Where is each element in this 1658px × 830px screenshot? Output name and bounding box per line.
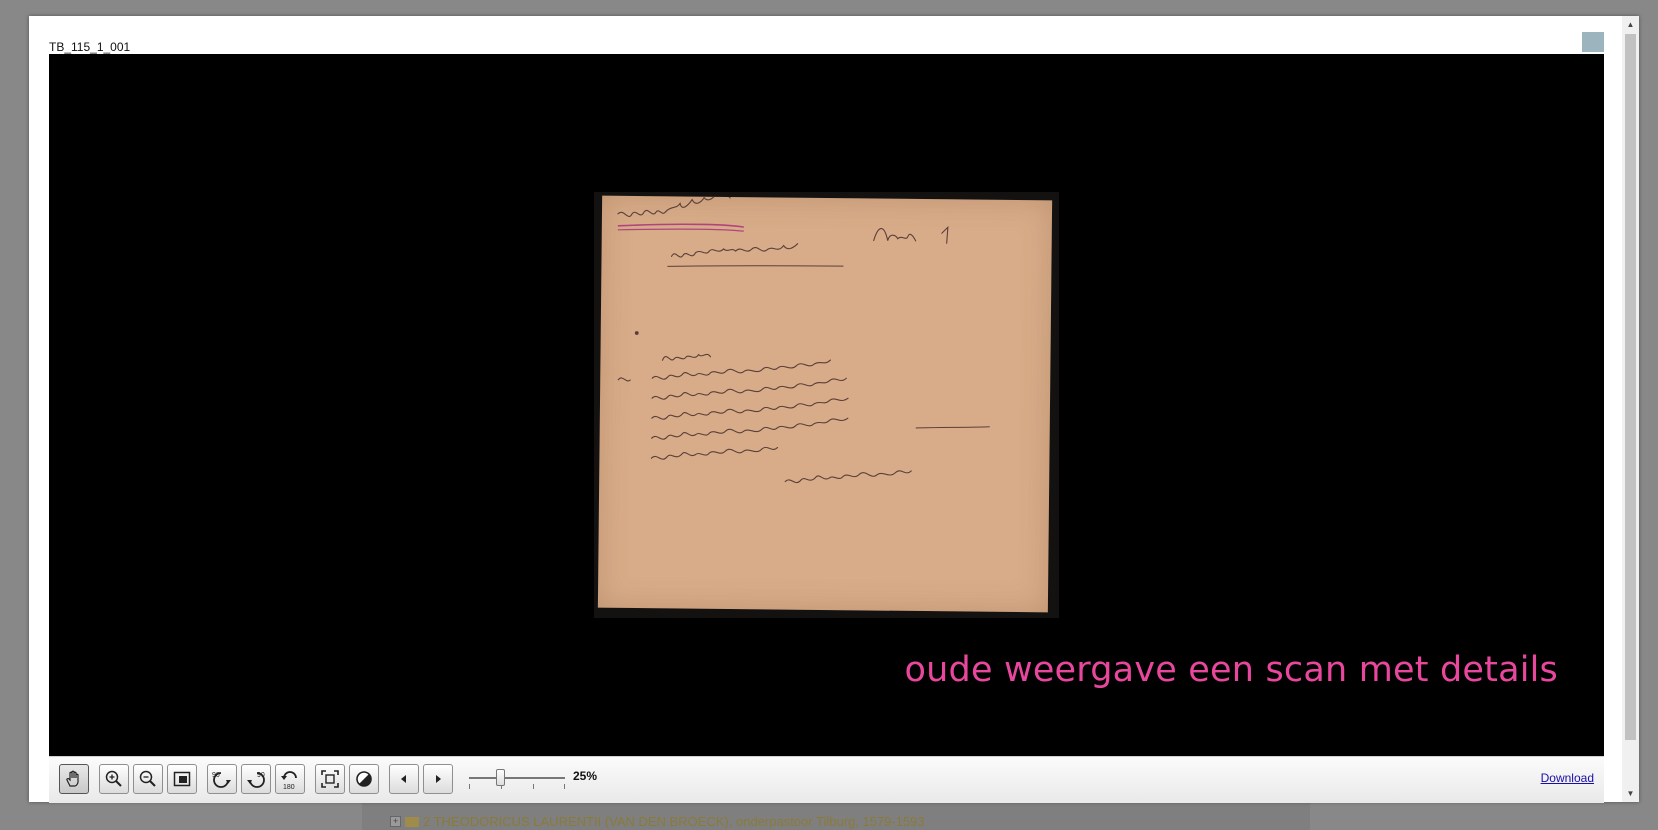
- scroll-up-arrow-icon[interactable]: ▲: [1622, 16, 1639, 33]
- image-canvas[interactable]: oude weergave een scan met details: [49, 54, 1604, 756]
- contrast-button[interactable]: [349, 764, 379, 794]
- contrast-icon: [356, 771, 372, 787]
- image-viewer-modal: TB_115_1_001 oude weergave een scan met …: [29, 16, 1639, 803]
- rotate-left-icon: 90: [212, 772, 231, 788]
- pan-tool-button[interactable]: [59, 764, 89, 794]
- fullscreen-icon: [321, 770, 339, 788]
- rotate-right-label: 90: [257, 772, 265, 779]
- rotate-right-icon: 90: [247, 772, 265, 788]
- scan-title: TB_115_1_001: [49, 40, 131, 54]
- zoom-out-icon: [139, 770, 156, 787]
- vertical-scrollbar[interactable]: ▲ ▼: [1622, 16, 1639, 802]
- chevron-left-icon: [401, 775, 406, 783]
- zoom-level: 25%: [573, 769, 598, 783]
- next-page-button[interactable]: [423, 764, 453, 794]
- tree-item-label: 2 THEODORICUS LAURENTII (VAN DEN BROECK)…: [423, 814, 925, 829]
- scrollbar-thumb[interactable]: [1625, 34, 1636, 740]
- handwriting-scribbles: [617, 195, 990, 484]
- zoom-slider[interactable]: [469, 769, 569, 793]
- rotate-180-icon: 180: [281, 771, 297, 791]
- scan-image[interactable]: [594, 192, 1059, 618]
- close-button[interactable]: [1582, 32, 1604, 52]
- rotate-180-label: 180: [283, 784, 295, 791]
- overlay-caption: oude weergave een scan met details: [904, 650, 1558, 690]
- rotate-180-button[interactable]: 180: [275, 764, 305, 794]
- fit-window-button[interactable]: [167, 764, 197, 794]
- zoom-in-button[interactable]: [99, 764, 129, 794]
- viewer-toolbar: 90 90 180 25% Download: [49, 756, 1604, 803]
- slider-tick: [533, 784, 534, 789]
- slider-tick: [469, 784, 470, 789]
- folder-icon: [405, 816, 419, 827]
- zoom-in-icon: [105, 770, 122, 787]
- fit-window-icon: [173, 771, 191, 787]
- download-link[interactable]: Download: [1541, 771, 1594, 785]
- rotate-left-label: 90: [212, 772, 220, 779]
- zoom-slider-track: [469, 777, 565, 779]
- zoom-slider-thumb[interactable]: [496, 769, 505, 786]
- previous-page-button[interactable]: [389, 764, 419, 794]
- zoom-out-button[interactable]: [133, 764, 163, 794]
- archive-card-scan: [597, 195, 1053, 613]
- background-tree-item: + 2 THEODORICUS LAURENTII (VAN DEN BROEC…: [390, 814, 925, 829]
- rotate-left-90-button[interactable]: 90: [207, 764, 237, 794]
- chevron-right-icon: [436, 775, 441, 783]
- rotate-right-90-button[interactable]: 90: [241, 764, 271, 794]
- hand-icon: [66, 770, 79, 787]
- slider-tick: [564, 784, 565, 789]
- tree-expand-icon: +: [390, 816, 401, 827]
- fullscreen-button[interactable]: [315, 764, 345, 794]
- scroll-down-arrow-icon[interactable]: ▼: [1622, 785, 1639, 802]
